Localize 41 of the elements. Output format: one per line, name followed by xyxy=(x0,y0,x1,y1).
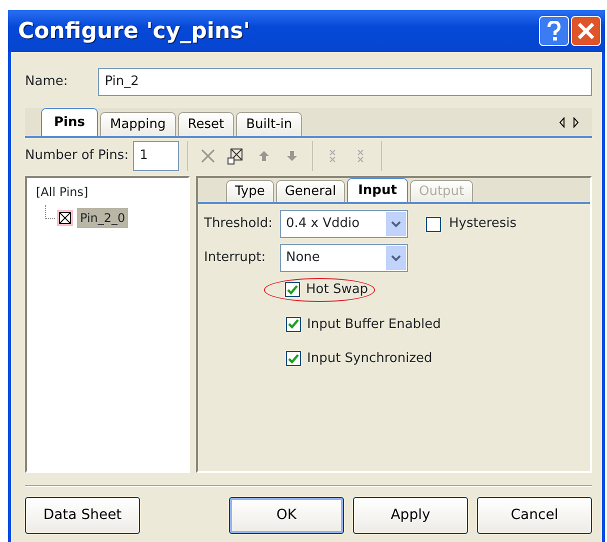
dialog-button[interactable]: Apply xyxy=(353,497,468,534)
field-label: Interrupt: xyxy=(204,249,267,268)
window-title: Configure 'cy_pins' xyxy=(18,18,251,46)
dropdown[interactable]: 0.4 x Vddio xyxy=(280,210,408,238)
field-label: Threshold: xyxy=(204,215,274,234)
question-mark-icon[interactable] xyxy=(547,21,561,41)
tab[interactable]: Mapping xyxy=(100,112,176,136)
checkbox[interactable] xyxy=(285,282,300,298)
tab[interactable]: General xyxy=(276,180,346,202)
tab[interactable]: Built-in xyxy=(236,112,302,136)
checkbox-label: Input Synchronized xyxy=(307,350,432,368)
tab[interactable]: Reset xyxy=(178,112,234,136)
dropdown-value: 0.4 x Vddio xyxy=(286,215,360,234)
checkbox[interactable] xyxy=(286,316,301,332)
dropdown-value: None xyxy=(286,249,320,268)
dialog-button[interactable]: Cancel xyxy=(477,497,592,534)
tab[interactable]: Pins xyxy=(41,108,98,136)
close-button[interactable] xyxy=(571,16,601,46)
tree-item[interactable]: Pin_2_0 xyxy=(77,208,128,228)
delete-icon[interactable] xyxy=(198,147,217,165)
dialog-button[interactable]: OK xyxy=(229,497,344,534)
checkbox-label: Hot Swap xyxy=(306,281,368,299)
checkbox-label: Hysteresis xyxy=(449,215,517,234)
tab[interactable]: Type xyxy=(226,180,274,202)
tree-connector xyxy=(45,205,55,219)
dropdown[interactable]: None xyxy=(280,244,408,272)
field-label: Name: xyxy=(25,73,68,92)
scroll-arrows-icon[interactable] xyxy=(558,117,580,128)
checkbox[interactable] xyxy=(286,351,301,366)
tree-item[interactable]: [All Pins] xyxy=(33,182,92,202)
close-icon[interactable] xyxy=(577,22,595,40)
checkbox[interactable] xyxy=(426,216,441,232)
checkbox-label: Input Buffer Enabled xyxy=(307,316,441,334)
field-label: Number of Pins: xyxy=(25,147,129,166)
pin-count-field[interactable]: 1 xyxy=(132,141,179,171)
dialog-button[interactable]: Data Sheet xyxy=(25,497,140,534)
tab[interactable]: Input xyxy=(347,178,408,202)
name-field[interactable]: Pin_2 xyxy=(98,68,592,96)
help-button[interactable] xyxy=(539,16,569,46)
pin-icon xyxy=(57,210,73,226)
tab: Output xyxy=(410,180,474,202)
